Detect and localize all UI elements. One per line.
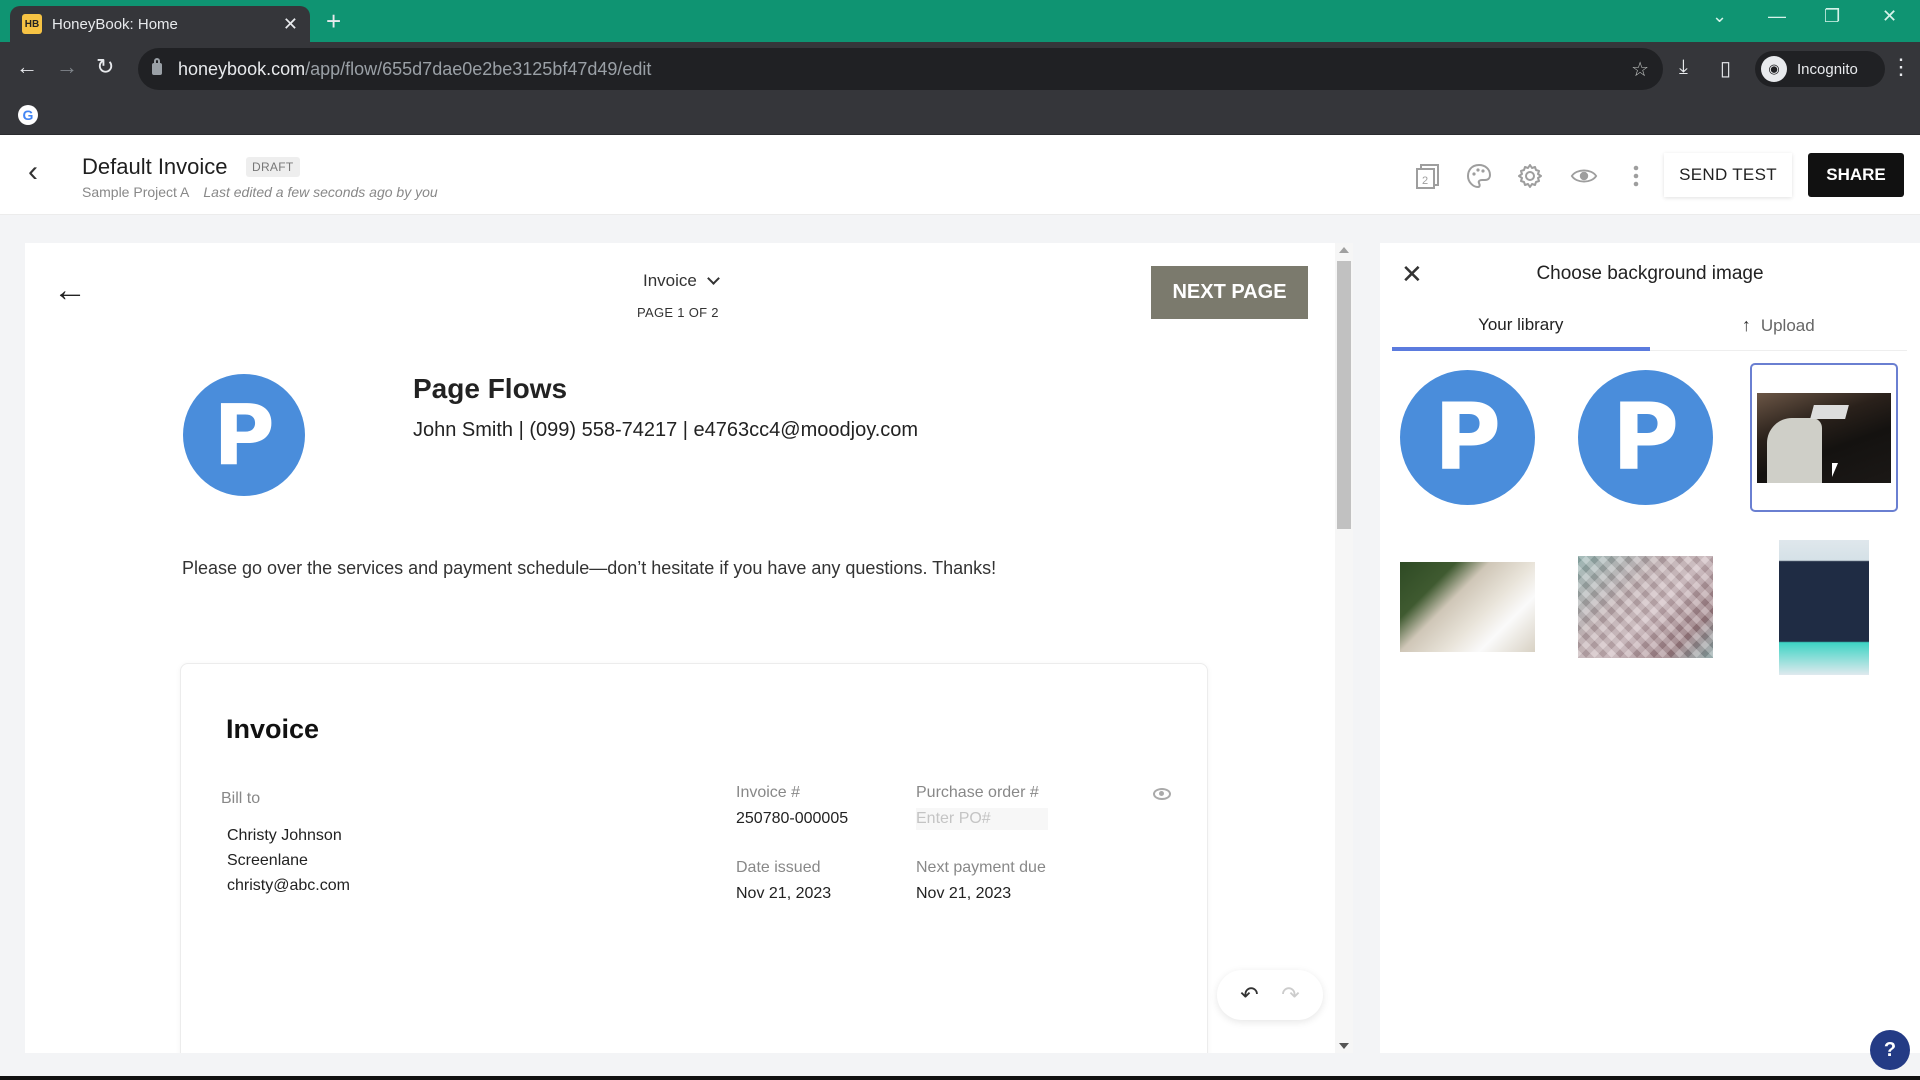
- brand-logo[interactable]: P: [183, 374, 305, 496]
- scroll-thumb[interactable]: [1337, 261, 1351, 529]
- mouse-cursor-icon: [1832, 463, 1838, 477]
- document-subtitle: Sample Project A Last edited a few second…: [82, 184, 438, 200]
- date-issued: Nov 21, 2023: [736, 885, 832, 902]
- settings-gear-icon[interactable]: [1516, 162, 1544, 190]
- laptop-shape: [1810, 405, 1849, 419]
- restore-window-icon[interactable]: ❐: [1824, 6, 1840, 27]
- tab-your-library[interactable]: Your library: [1392, 309, 1650, 351]
- send-test-button[interactable]: SEND TEST: [1664, 153, 1792, 197]
- invoice-number: 250780-000005: [736, 810, 849, 827]
- close-window-icon[interactable]: ✕: [1882, 6, 1897, 27]
- project-name: Sample Project A: [82, 184, 190, 200]
- purchase-order-input[interactable]: [916, 808, 1048, 830]
- library-image-phone-dashboard[interactable]: [1779, 540, 1869, 675]
- svg-text:2: 2: [1422, 175, 1428, 187]
- tab-upload[interactable]: ↑ Upload: [1650, 309, 1908, 350]
- bookmarks-bar: G: [0, 96, 1920, 135]
- purchase-order-label: Purchase order #: [916, 784, 1039, 801]
- status-badge: DRAFT: [246, 157, 300, 177]
- close-tab-icon[interactable]: ✕: [283, 14, 298, 35]
- library-image-office-chair-selected[interactable]: [1750, 363, 1898, 512]
- panel-title: Choose background image: [1536, 263, 1764, 284]
- library-image-logo-2[interactable]: P: [1578, 370, 1713, 505]
- address-bar[interactable]: honeybook.com/app/flow/655d7dae0e2be3125…: [138, 48, 1663, 90]
- download-icon[interactable]: ⤓: [1679, 56, 1688, 79]
- share-button[interactable]: SHARE: [1808, 153, 1904, 197]
- company-name[interactable]: Page Flows: [413, 373, 567, 405]
- visibility-eye-icon[interactable]: [1153, 788, 1171, 800]
- scroll-down-arrow-icon[interactable]: [1339, 1043, 1349, 1049]
- incognito-profile-button[interactable]: ◉ Incognito: [1755, 51, 1885, 87]
- back-icon[interactable]: ←: [16, 56, 38, 78]
- bottom-edge: [0, 1076, 1920, 1080]
- redo-icon[interactable]: ↷: [1281, 982, 1299, 1008]
- help-button[interactable]: ?: [1870, 1030, 1910, 1070]
- bill-to-company: Screenlane: [227, 852, 308, 869]
- browser-tab[interactable]: HB HoneyBook: Home ✕: [10, 6, 310, 42]
- tab-label: Your library: [1478, 315, 1564, 334]
- incognito-label: Incognito: [1797, 60, 1858, 78]
- tab-title: HoneyBook: Home: [52, 15, 178, 33]
- office-chair-image: [1757, 393, 1891, 483]
- more-options-icon[interactable]: [1622, 162, 1650, 190]
- url-path: /app/flow/655d7dae0e2be3125bf47d49/edit: [305, 58, 652, 79]
- app-header: ‹ Default Invoice DRAFT Sample Project A…: [0, 135, 1920, 215]
- incognito-icon: ◉: [1761, 56, 1787, 82]
- tab-label: Upload: [1760, 316, 1815, 335]
- upload-arrow-icon: ↑: [1741, 315, 1751, 335]
- document-title[interactable]: Default Invoice: [82, 154, 228, 180]
- document-canvas: ← Invoice PAGE 1 OF 2 NEXT PAGE P Page F…: [25, 243, 1335, 1053]
- bill-to-name: Christy Johnson: [227, 827, 342, 844]
- background-image-panel: ✕ Choose background image Your library ↑…: [1380, 243, 1920, 1053]
- previous-page-arrow-icon[interactable]: ←: [53, 273, 87, 307]
- date-issued-label: Date issued: [736, 859, 821, 876]
- bill-to-label: Bill to: [221, 790, 261, 807]
- side-panel-icon[interactable]: ▯: [1720, 56, 1731, 81]
- intro-message[interactable]: Please go over the services and payment …: [182, 558, 996, 579]
- panel-tabs: Your library ↑ Upload: [1392, 309, 1907, 351]
- page-selector-label: Invoice: [643, 271, 697, 290]
- canvas-scrollbar[interactable]: [1335, 243, 1353, 1053]
- google-bookmark-icon[interactable]: G: [18, 105, 38, 125]
- invoice-heading: Invoice: [226, 714, 320, 744]
- lock-icon: [152, 58, 162, 75]
- next-payment-label: Next payment due: [916, 859, 1046, 876]
- company-contact[interactable]: John Smith | (099) 558-74217 | e4763cc4@…: [413, 419, 918, 442]
- palette-icon[interactable]: [1465, 162, 1493, 190]
- invoice-block[interactable]: Invoice Bill to Christy Johnson Screenla…: [180, 663, 1208, 1053]
- next-payment-date: Nov 21, 2023: [916, 885, 1012, 902]
- back-chevron-icon[interactable]: ‹: [28, 157, 38, 187]
- page-selector-dropdown[interactable]: Invoice: [643, 271, 720, 291]
- reload-icon[interactable]: ↻: [96, 56, 114, 78]
- chevron-down-icon: [707, 272, 720, 285]
- bill-to-email: christy@abc.com: [227, 877, 350, 894]
- browser-toolbar: ← → ↻ honeybook.com/app/flow/655d7dae0e2…: [0, 42, 1920, 96]
- minimize-window-icon[interactable]: —: [1768, 6, 1786, 27]
- url-host: honeybook.com: [178, 58, 306, 79]
- new-tab-button[interactable]: +: [326, 8, 341, 34]
- bookmark-star-icon[interactable]: ☆: [1631, 57, 1649, 82]
- honeybook-favicon-icon: HB: [22, 14, 42, 34]
- browser-tab-bar: HB HoneyBook: Home ✕ + ⌄ — ❐ ✕: [0, 0, 1920, 42]
- next-page-button[interactable]: NEXT PAGE: [1151, 266, 1308, 319]
- browser-menu-icon[interactable]: ⋮: [1890, 54, 1912, 80]
- forward-icon[interactable]: →: [56, 56, 78, 78]
- invoice-number-label: Invoice #: [736, 784, 801, 801]
- last-edited-text: Last edited a few seconds ago by you: [203, 184, 438, 200]
- undo-redo-controls: ↶ ↷: [1217, 970, 1323, 1020]
- library-image-logo-1[interactable]: P: [1400, 370, 1535, 505]
- tab-search-icon[interactable]: ⌄: [1712, 6, 1727, 27]
- preview-eye-icon[interactable]: [1570, 162, 1598, 190]
- chair-shape: [1767, 418, 1822, 483]
- library-image-pastel-tiles[interactable]: [1578, 556, 1713, 658]
- undo-icon[interactable]: ↶: [1240, 982, 1258, 1008]
- page-indicator: PAGE 1 OF 2: [637, 305, 719, 320]
- library-image-coffee-notebook[interactable]: [1400, 562, 1535, 652]
- pages-icon[interactable]: 2: [1414, 162, 1442, 190]
- scroll-up-arrow-icon[interactable]: [1339, 247, 1349, 253]
